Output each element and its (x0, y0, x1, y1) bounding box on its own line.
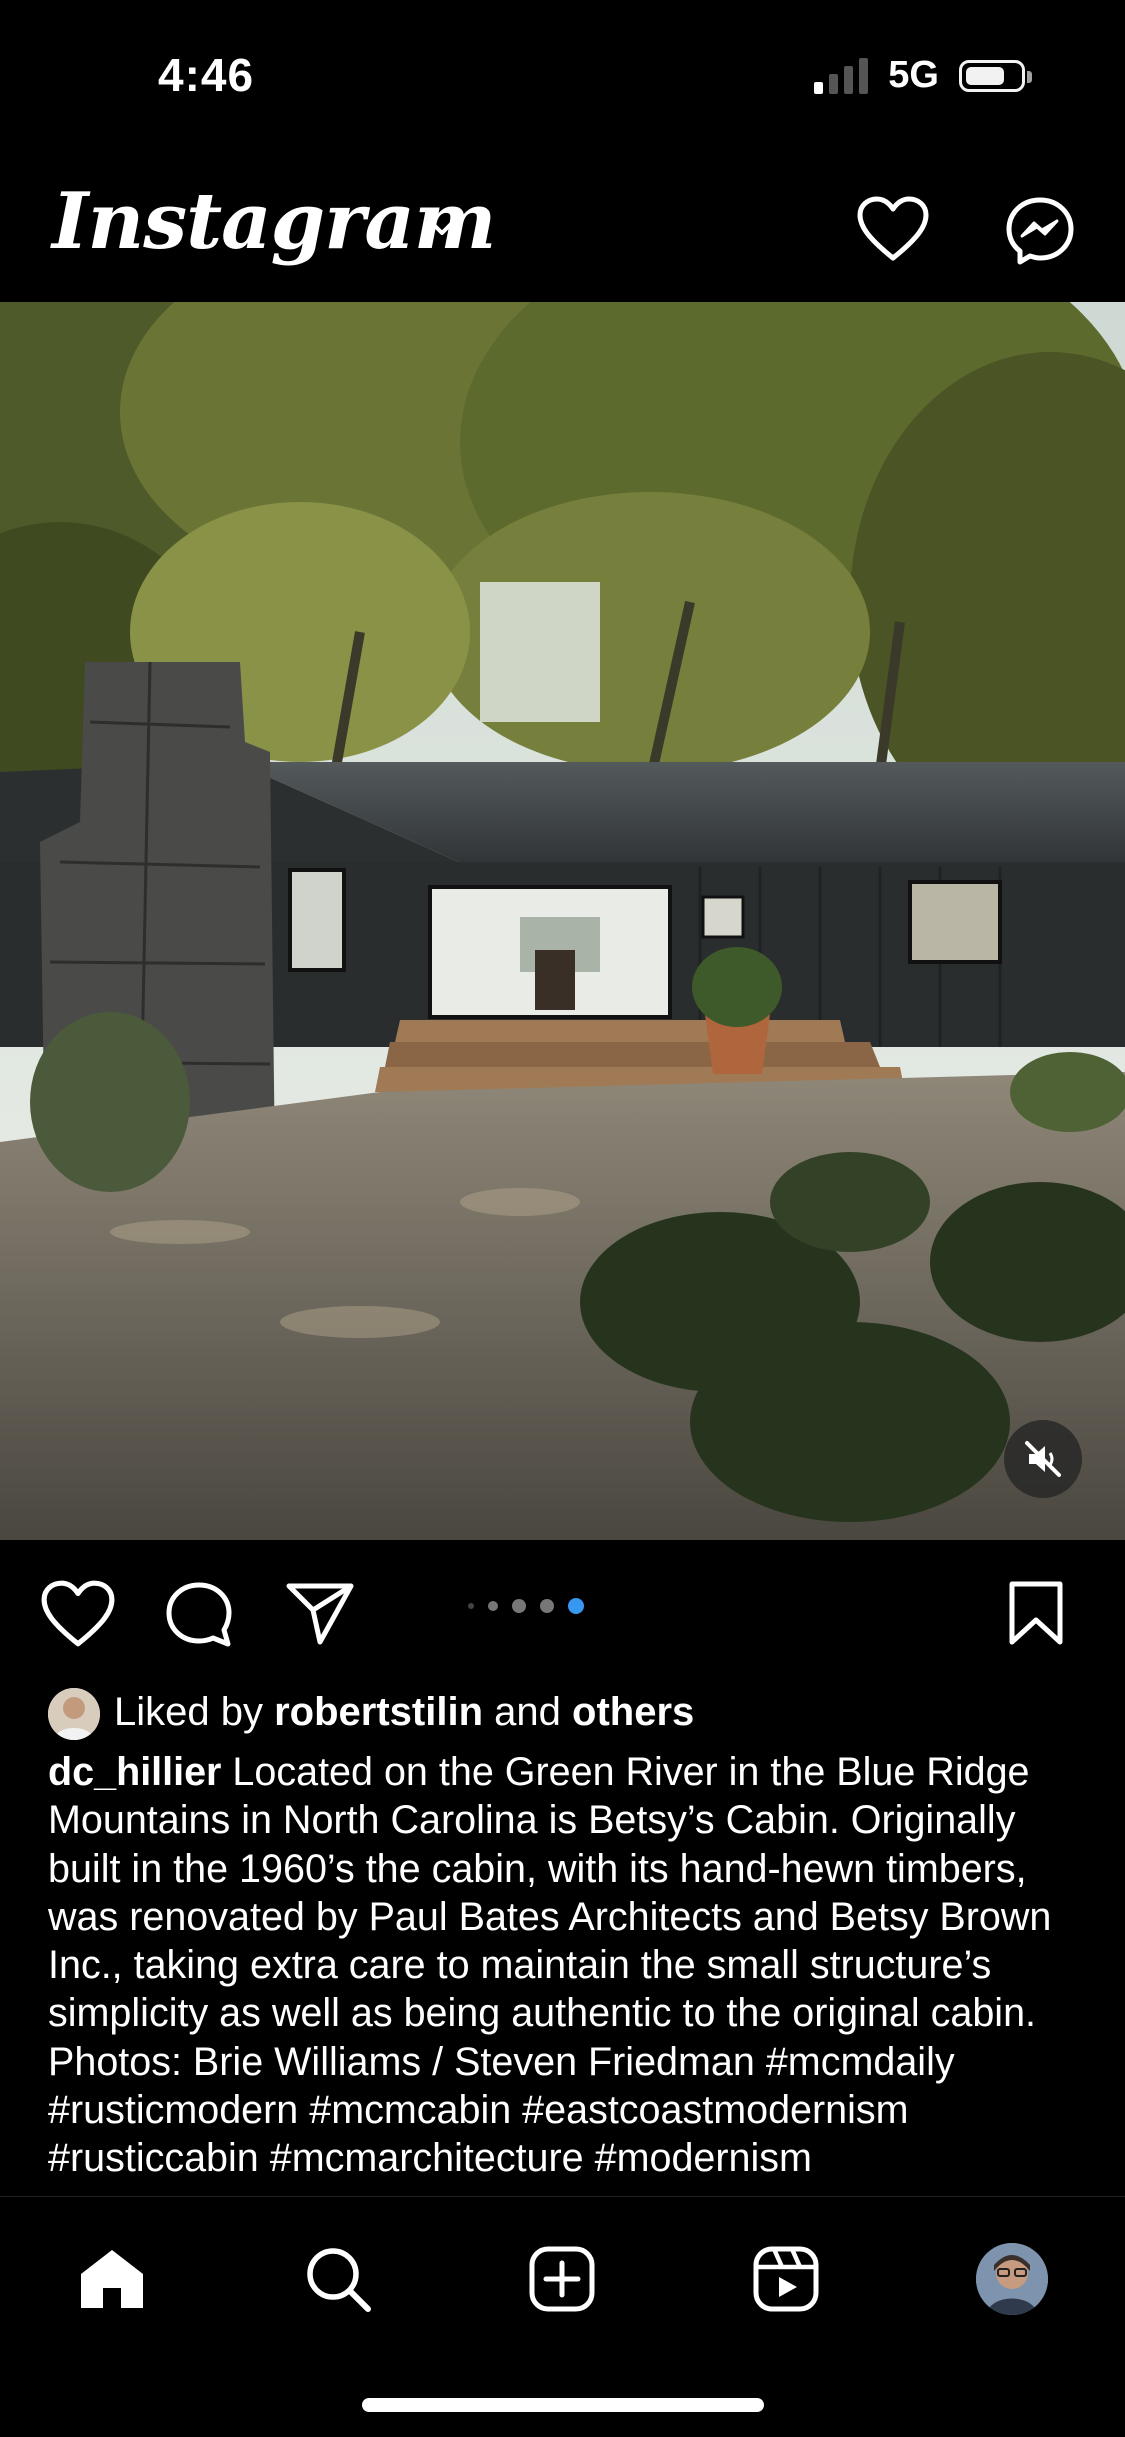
status-time: 4:46 (158, 49, 255, 101)
likes-summary[interactable]: Liked by robertstilin and others (114, 1690, 694, 1735)
caption-text: Located on the Green River in the Blue R… (48, 1750, 1052, 2181)
signal-icon (814, 57, 869, 94)
carousel-dot (512, 1599, 526, 1613)
carousel-dot (468, 1603, 474, 1609)
post-photo[interactable] (0, 302, 1125, 1540)
likes-prefix: Liked by (114, 1690, 263, 1734)
battery-icon (959, 59, 1032, 92)
cabin-photo (0, 302, 1125, 1540)
messenger-icon[interactable] (1005, 196, 1075, 271)
comment-icon[interactable] (164, 1580, 234, 1655)
profile-avatar (976, 2243, 1048, 2315)
likes-and: and (494, 1690, 561, 1734)
caption-username[interactable]: dc_hillier (48, 1750, 221, 1794)
like-icon[interactable] (40, 1580, 116, 1653)
profile-tab[interactable] (972, 2239, 1052, 2319)
mute-button[interactable] (1004, 1420, 1082, 1498)
network-label: 5G (888, 54, 939, 96)
create-icon[interactable] (522, 2239, 602, 2319)
post-caption: dc_hillier Located on the Green River in… (48, 1748, 1078, 2188)
liker-avatar[interactable] (48, 1688, 100, 1740)
status-indicators: 5G (814, 54, 1032, 97)
likes-others[interactable]: others (572, 1690, 694, 1734)
liker-username[interactable]: robertstilin (274, 1690, 483, 1734)
home-icon[interactable] (72, 2239, 152, 2319)
carousel-dot (540, 1599, 554, 1613)
reels-icon[interactable] (746, 2239, 826, 2319)
share-icon[interactable] (284, 1580, 356, 1653)
chevron-down-icon[interactable] (424, 214, 460, 243)
carousel-dot-active (568, 1598, 584, 1614)
carousel-dot (488, 1601, 498, 1611)
carousel-indicator (468, 1598, 584, 1614)
speaker-muted-icon (1025, 1441, 1061, 1477)
home-indicator (362, 2398, 764, 2412)
search-icon[interactable] (298, 2239, 378, 2319)
activity-heart-icon[interactable] (856, 196, 930, 267)
bookmark-icon[interactable] (1006, 1580, 1066, 1651)
